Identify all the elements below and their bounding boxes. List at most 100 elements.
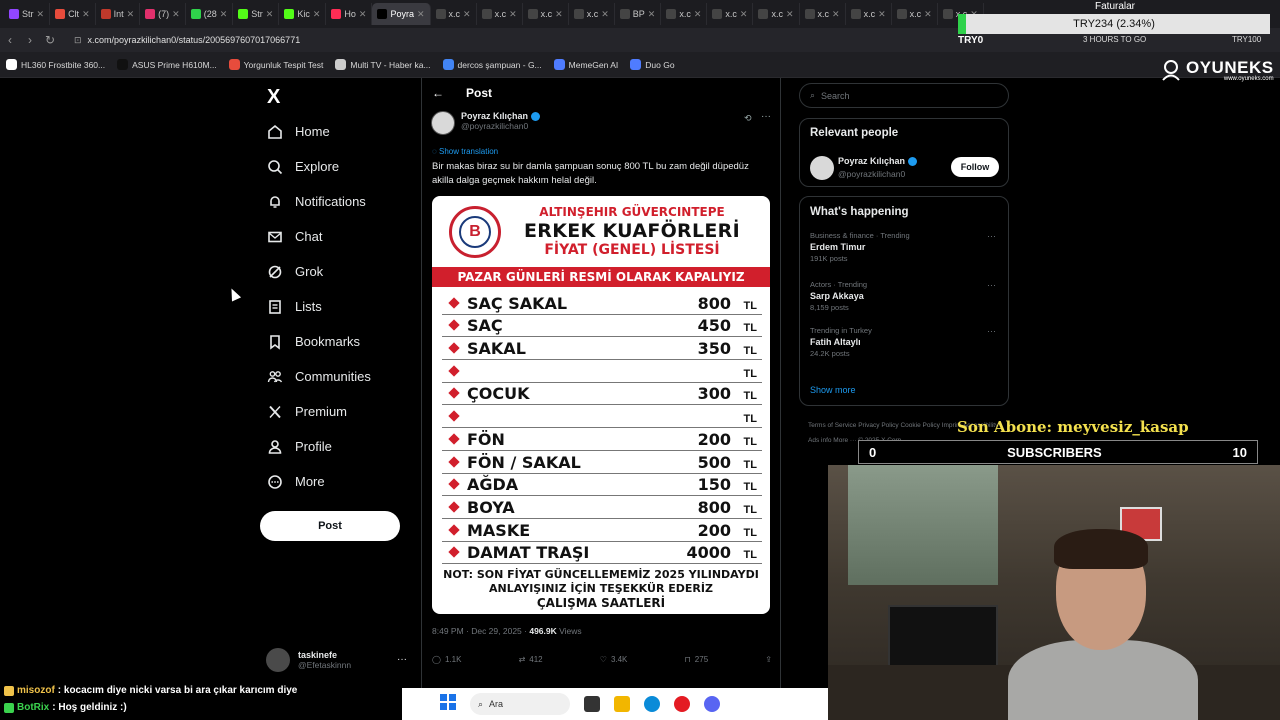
url-field[interactable]: ⊡ x.com/poyrazkilichan0/status/2005697607… [74,35,300,46]
currency-label: TL [743,413,757,426]
browser-tab[interactable]: x.c✕ [753,3,800,25]
more-options-icon[interactable]: ··· [761,111,771,122]
nav-item-chat[interactable]: Chat [266,219,371,254]
browser-tab[interactable]: BP ✕ [615,3,662,25]
service-price: 450 [697,316,731,336]
currency-label: TL [743,322,757,335]
browser-tab[interactable]: x.c✕ [477,3,523,25]
bookmark-item[interactable]: HL360 Frostbite 360... [6,59,105,70]
close-tab-icon[interactable]: ✕ [220,9,228,20]
bookmark-button[interactable]: ⊓ 275 [685,655,709,664]
repost-button[interactable]: ⇄ 412 [519,655,543,664]
nav-item-explore[interactable]: Explore [266,149,371,184]
post-image-price-list[interactable]: B ALTINŞEHIR GÜVERCINTEPE ERKEK KUAFÖRLE… [432,196,770,614]
nav-item-notifications[interactable]: Notifications [266,184,371,219]
x-logo-icon[interactable]: X [267,86,280,109]
trend-item[interactable]: Trending in Turkey Fatih Altaylı 24.2K pos… [810,326,1000,358]
search-input[interactable]: ⌕ Search [799,83,1009,108]
browser-tab[interactable]: x.c✕ [661,3,708,25]
close-tab-icon[interactable]: ✕ [463,9,471,20]
close-tab-icon[interactable]: ✕ [359,9,367,20]
nav-item-bookmarks[interactable]: Bookmarks [266,324,371,359]
bookmark-item[interactable]: Duo Go [630,59,675,70]
taskbar-search[interactable]: ⌕ Ara [470,693,570,715]
follow-button[interactable]: Follow [951,157,999,177]
bookmark-item[interactable]: Yorgunluk Tespit Test [228,59,324,70]
trend-item[interactable]: Business & finance · Trending Erdem Timur… [810,231,1000,263]
close-tab-icon[interactable]: ✕ [648,9,656,20]
nav-item-profile[interactable]: Profile [266,429,371,464]
browser-tab[interactable]: Kic ✕ [279,3,327,25]
nav-item-lists[interactable]: Lists [266,289,371,324]
close-tab-icon[interactable]: ✕ [924,9,932,20]
account-switcher[interactable]: taskinefe @Efetaskinnn [266,648,351,672]
bookmark-item[interactable]: Multi TV - Haber ka... [335,59,431,70]
reply-button[interactable]: ◯ 1.1K [432,655,461,664]
post-button[interactable]: Post [260,511,400,541]
account-more-icon[interactable]: ··· [397,654,407,665]
close-tab-icon[interactable]: ✕ [832,9,840,20]
browser-tab[interactable]: (28 ✕ [186,3,234,25]
reload-icon[interactable]: ↻ [40,33,60,47]
file-explorer-icon[interactable] [614,696,630,712]
nav-item-communities[interactable]: Communities [266,359,371,394]
windows-start-icon[interactable] [440,693,456,715]
close-tab-icon[interactable]: ✕ [37,9,45,20]
browser-tab[interactable]: Ho ✕ [326,3,373,25]
close-tab-icon[interactable]: ✕ [740,9,748,20]
browser-tab[interactable]: (7) ✕ [140,3,186,25]
close-tab-icon[interactable]: ✕ [313,9,321,20]
close-tab-icon[interactable]: ✕ [878,9,886,20]
trend-more-icon[interactable]: ··· [987,280,996,290]
close-tab-icon[interactable]: ✕ [786,9,794,20]
trend-more-icon[interactable]: ··· [987,231,996,241]
back-arrow-icon[interactable]: ← [432,86,444,100]
browser-tab[interactable]: Poyra ✕ [372,3,431,25]
repost-icon: ⇄ [518,655,526,664]
bookmark-label: Yorgunluk Tespit Test [243,59,324,70]
forward-arrow-icon[interactable]: › [20,33,40,47]
show-translation-link[interactable]: ◌ Show translation [432,147,498,156]
bookmark-item[interactable]: dercos şampuan - G... [442,59,542,70]
browser-tab[interactable]: x.c✕ [707,3,754,25]
browser-tab[interactable]: Str ✕ [4,3,51,25]
browser-tab[interactable]: x.c✕ [569,3,615,25]
trend-item[interactable]: Actors · Trending Sarp Akkaya 8,159 posts ·… [810,280,1000,312]
browser-tab[interactable]: Int ✕ [96,3,141,25]
close-tab-icon[interactable]: ✕ [509,9,517,20]
close-tab-icon[interactable]: ✕ [601,9,609,20]
browser-tab[interactable]: x.c✕ [523,3,569,25]
nav-item-grok[interactable]: Grok [266,254,371,289]
browser-tab[interactable]: Clt ✕ [50,3,96,25]
nav-item-more[interactable]: More [266,464,371,499]
close-tab-icon[interactable]: ✕ [127,9,135,20]
discord-icon[interactable] [704,696,720,712]
back-arrow-icon[interactable]: ‹ [0,33,20,47]
edge-icon[interactable] [644,696,660,712]
browser-tab[interactable]: x.c✕ [846,3,892,25]
grok-icon[interactable]: ⟲ [744,113,752,124]
browser-tab[interactable]: x.c✕ [892,3,938,25]
show-more-link[interactable]: Show more [810,385,856,395]
nav-item-home[interactable]: Home [266,114,371,149]
relevant-person-name-row[interactable]: Poyraz Kılıçhan [838,156,918,166]
post-author[interactable]: Poyraz Kılıçhan @poyrazkilichan0 [431,111,541,135]
share-button[interactable]: ⇪ [765,655,772,664]
close-tab-icon[interactable]: ✕ [694,9,702,20]
nav-item-premium[interactable]: Premium [266,394,371,429]
browser-tab[interactable]: x.c✕ [431,3,477,25]
browser-tab[interactable]: Str ✕ [233,3,280,25]
close-tab-icon[interactable]: ✕ [417,9,425,20]
close-tab-icon[interactable]: ✕ [555,9,563,20]
bookmark-item[interactable]: MemeGen AI [553,59,618,70]
close-tab-icon[interactable]: ✕ [172,9,180,20]
close-tab-icon[interactable]: ✕ [266,9,274,20]
tab-label: BP [632,9,645,19]
opera-icon[interactable] [674,696,690,712]
task-view-icon[interactable] [584,696,600,712]
like-button[interactable]: ♡ 3.4K [600,655,628,664]
bookmark-item[interactable]: ASUS Prime H610M... [117,59,217,70]
trend-more-icon[interactable]: ··· [987,326,996,336]
close-tab-icon[interactable]: ✕ [82,9,90,20]
browser-tab[interactable]: x.c✕ [800,3,846,25]
